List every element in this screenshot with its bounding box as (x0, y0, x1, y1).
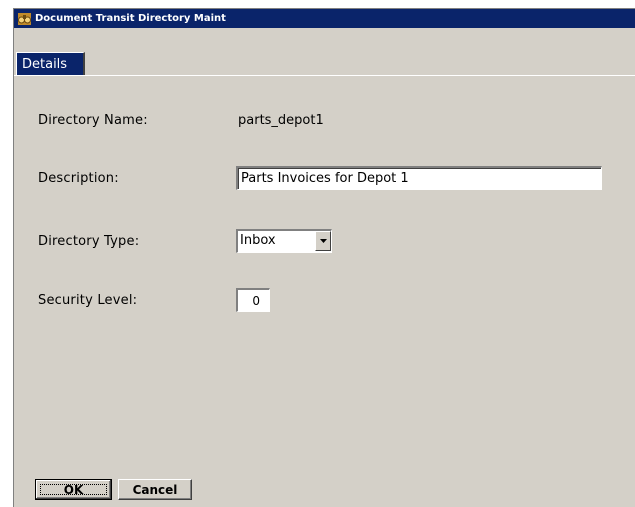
chevron-down-icon (319, 239, 327, 243)
title-bar: Document Transit Directory Maint (14, 9, 635, 28)
directory-type-label: Directory Type: (38, 234, 140, 249)
directory-name-label: Directory Name: (38, 113, 148, 128)
focus-rect (40, 484, 107, 495)
description-field[interactable] (236, 166, 602, 190)
cancel-button-label: Cancel (132, 482, 178, 497)
cancel-button[interactable]: Cancel (118, 479, 192, 500)
directory-type-value: Inbox (240, 233, 276, 248)
security-level-value: 0 (252, 293, 260, 308)
security-level-label: Security Level: (38, 293, 138, 308)
ok-button[interactable]: OK (35, 479, 112, 500)
dropdown-arrow-button[interactable] (315, 231, 331, 251)
tab-divider (14, 75, 635, 76)
dialog-window: Document Transit Directory Maint Details… (13, 8, 635, 507)
tab-details-label: Details (22, 57, 68, 72)
description-label: Description: (38, 171, 119, 186)
tab-strip: Details (14, 28, 635, 76)
window-title: Document Transit Directory Maint (35, 13, 226, 24)
directory-type-select[interactable]: Inbox (236, 229, 332, 253)
directory-name-value: parts_depot1 (238, 113, 324, 128)
binoculars-icon (18, 12, 31, 25)
tab-details[interactable]: Details (16, 52, 85, 76)
security-level-field[interactable]: 0 (236, 288, 270, 312)
